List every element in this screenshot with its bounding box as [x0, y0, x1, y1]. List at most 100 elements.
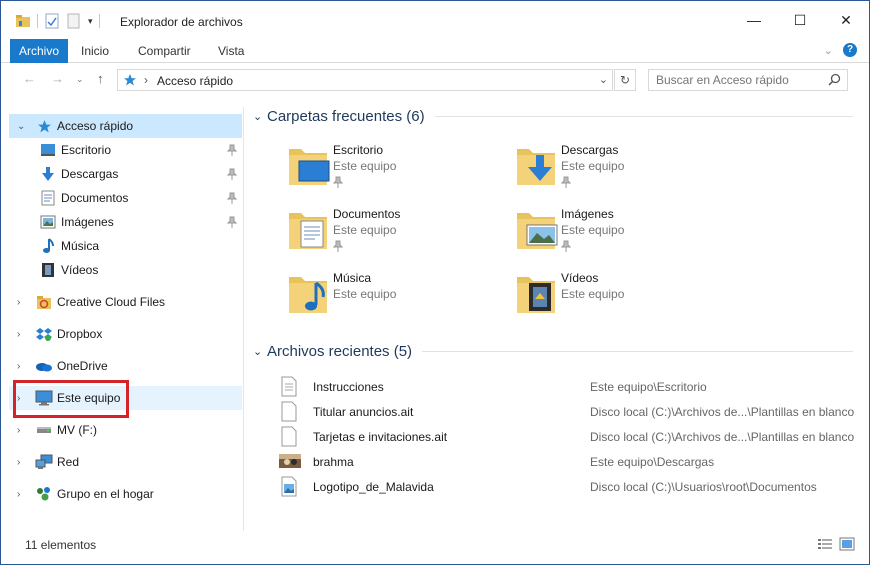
sidebar-item-imagenes[interactable]: Imágenes	[9, 210, 242, 234]
folder-tile-musica[interactable]: Música Este equipo	[287, 269, 507, 325]
address-bar[interactable]: › Acceso rápido ⌄	[117, 69, 613, 91]
forward-arrow-icon[interactable]: →	[51, 71, 64, 86]
sidebar-item-documentos[interactable]: Documentos	[9, 186, 242, 210]
tab-archivo[interactable]: Archivo	[10, 39, 69, 63]
folder-location: Este equipo	[561, 223, 625, 237]
collapsed-chevron-icon[interactable]: ›	[17, 489, 29, 500]
sidebar-item-label: Grupo en el hogar	[57, 487, 154, 501]
large-icons-view-icon[interactable]	[839, 537, 855, 554]
ribbon-right-controls: ⌄ ?	[824, 43, 857, 57]
folder-tile-escritorio[interactable]: Escritorio Este equipo	[287, 141, 507, 197]
new-folder-icon[interactable]	[66, 13, 82, 29]
folder-location: Este equipo	[333, 223, 397, 237]
sidebar-item-mv-f[interactable]: › MV (F:)	[9, 418, 242, 442]
recent-file-row[interactable]: brahma Este equipo\Descargas	[279, 449, 859, 474]
folder-location: Este equipo	[561, 159, 625, 173]
file-path: Disco local (C:)\Usuarios\root\Documento…	[590, 480, 817, 494]
sidebar-item-red[interactable]: › Red	[9, 450, 242, 474]
sidebar-item-label: OneDrive	[57, 359, 108, 373]
sidebar-item-label: Acceso rápido	[57, 119, 134, 133]
recent-file-row[interactable]: Instrucciones Este equipo\Escritorio	[279, 374, 859, 399]
folder-location: Este equipo	[561, 287, 625, 301]
search-input[interactable]	[649, 70, 819, 90]
sidebar-item-videos[interactable]: Vídeos	[9, 258, 242, 282]
pin-icon[interactable]	[332, 176, 344, 191]
file-name: Logotipo_de_Malavida	[313, 480, 434, 494]
details-view-icon[interactable]	[817, 537, 833, 554]
document-icon	[39, 189, 57, 207]
folder-tile-descargas[interactable]: Descargas Este equipo	[515, 141, 735, 197]
folder-tile-documentos[interactable]: Documentos Este equipo	[287, 205, 507, 261]
group-collapse-chevron-icon[interactable]: ⌄	[253, 345, 267, 358]
text-file-icon	[279, 376, 301, 397]
network-icon	[35, 453, 53, 471]
sidebar-item-label: Descargas	[61, 167, 119, 181]
folder-location: Este equipo	[333, 159, 397, 173]
customize-toolbar-chevron-icon[interactable]: ▾	[88, 16, 93, 27]
music-icon	[39, 237, 57, 255]
videos-folder-icon	[515, 269, 559, 315]
sidebar-item-acceso-rapido[interactable]: ⌄ Acceso rápido	[9, 114, 242, 138]
tab-compartir[interactable]: Compartir	[128, 39, 201, 63]
close-button[interactable]: ✕	[823, 1, 869, 39]
sidebar-item-creative-cloud-files[interactable]: › Creative Cloud Files	[9, 290, 242, 314]
group-header-recent[interactable]: ⌄ Archivos recientes (5)	[253, 343, 853, 360]
address-dropdown-chevron-icon[interactable]: ⌄	[599, 73, 608, 86]
folder-name: Música	[333, 271, 372, 285]
collapsed-chevron-icon[interactable]: ›	[17, 457, 29, 468]
recent-locations-chevron-icon[interactable]: ⌄	[76, 74, 84, 85]
downloads-folder-icon	[515, 141, 559, 187]
search-box[interactable]	[648, 69, 848, 91]
collapsed-chevron-icon[interactable]: ›	[17, 425, 29, 436]
collapsed-chevron-icon[interactable]: ›	[17, 329, 29, 340]
file-path: Este equipo\Escritorio	[590, 380, 707, 394]
pin-icon[interactable]	[560, 176, 572, 191]
folder-tile-imagenes[interactable]: Imágenes Este equipo	[515, 205, 735, 261]
pin-icon[interactable]	[332, 240, 344, 255]
sidebar-item-dropbox[interactable]: › Dropbox	[9, 322, 242, 346]
expand-ribbon-chevron-icon[interactable]: ⌄	[824, 44, 833, 57]
file-path: Disco local (C:)\Archivos de...\Plantill…	[590, 430, 855, 444]
toolbar-divider	[37, 14, 38, 28]
pin-icon[interactable]	[226, 216, 238, 231]
folder-tile-videos[interactable]: Vídeos Este equipo	[515, 269, 735, 325]
folder-name: Descargas	[561, 143, 619, 157]
collapsed-chevron-icon[interactable]: ›	[17, 361, 29, 372]
recent-file-row[interactable]: Titular anuncios.ait Disco local (C:)\Ar…	[279, 399, 859, 424]
desktop-icon	[39, 141, 57, 159]
up-arrow-icon[interactable]: ↑	[97, 71, 104, 86]
sidebar-item-musica[interactable]: Música	[9, 234, 242, 258]
sidebar-item-label: Documentos	[61, 191, 129, 205]
refresh-button[interactable]: ↻	[614, 69, 636, 91]
pin-icon[interactable]	[226, 144, 238, 159]
recent-file-row[interactable]: Logotipo_de_Malavida Disco local (C:)\Us…	[279, 474, 859, 499]
pin-icon[interactable]	[560, 240, 572, 255]
collapsed-chevron-icon[interactable]: ›	[17, 297, 29, 308]
breadcrumb-chevron-icon[interactable]: ›	[144, 73, 148, 87]
pin-icon[interactable]	[226, 168, 238, 183]
maximize-button[interactable]: ☐	[777, 1, 823, 39]
sidebar-item-onedrive[interactable]: › OneDrive	[9, 354, 242, 378]
search-icon[interactable]	[828, 73, 841, 89]
title-bar[interactable]: ▾ Explorador de archivos — ☐ ✕	[1, 1, 869, 39]
tab-vista[interactable]: Vista	[208, 39, 254, 63]
sidebar-item-escritorio[interactable]: Escritorio	[9, 138, 242, 162]
refresh-icon: ↻	[619, 73, 631, 87]
minimize-button[interactable]: —	[731, 1, 777, 39]
group-collapse-chevron-icon[interactable]: ⌄	[253, 110, 267, 123]
ribbon-tabs: Archivo Inicio Compartir Vista ⌄ ?	[1, 39, 869, 63]
recent-file-row[interactable]: Tarjetas e invitaciones.ait Disco local …	[279, 424, 859, 449]
properties-icon[interactable]	[44, 13, 60, 29]
folder-app-icon[interactable]	[15, 13, 31, 29]
sidebar-item-grupo-en-el-hogar[interactable]: › Grupo en el hogar	[9, 482, 242, 506]
pin-icon[interactable]	[226, 192, 238, 207]
sidebar-item-descargas[interactable]: Descargas	[9, 162, 242, 186]
expanded-chevron-icon[interactable]: ⌄	[17, 121, 29, 132]
group-header-frequent[interactable]: ⌄ Carpetas frecuentes (6)	[253, 108, 853, 125]
breadcrumb-acceso-rapido[interactable]: Acceso rápido	[157, 74, 233, 88]
sidebar-item-label: Imágenes	[61, 215, 114, 229]
back-arrow-icon[interactable]: ←	[23, 71, 36, 86]
tab-inicio[interactable]: Inicio	[71, 39, 119, 63]
documents-folder-icon	[287, 205, 331, 251]
help-icon[interactable]: ?	[843, 43, 857, 57]
